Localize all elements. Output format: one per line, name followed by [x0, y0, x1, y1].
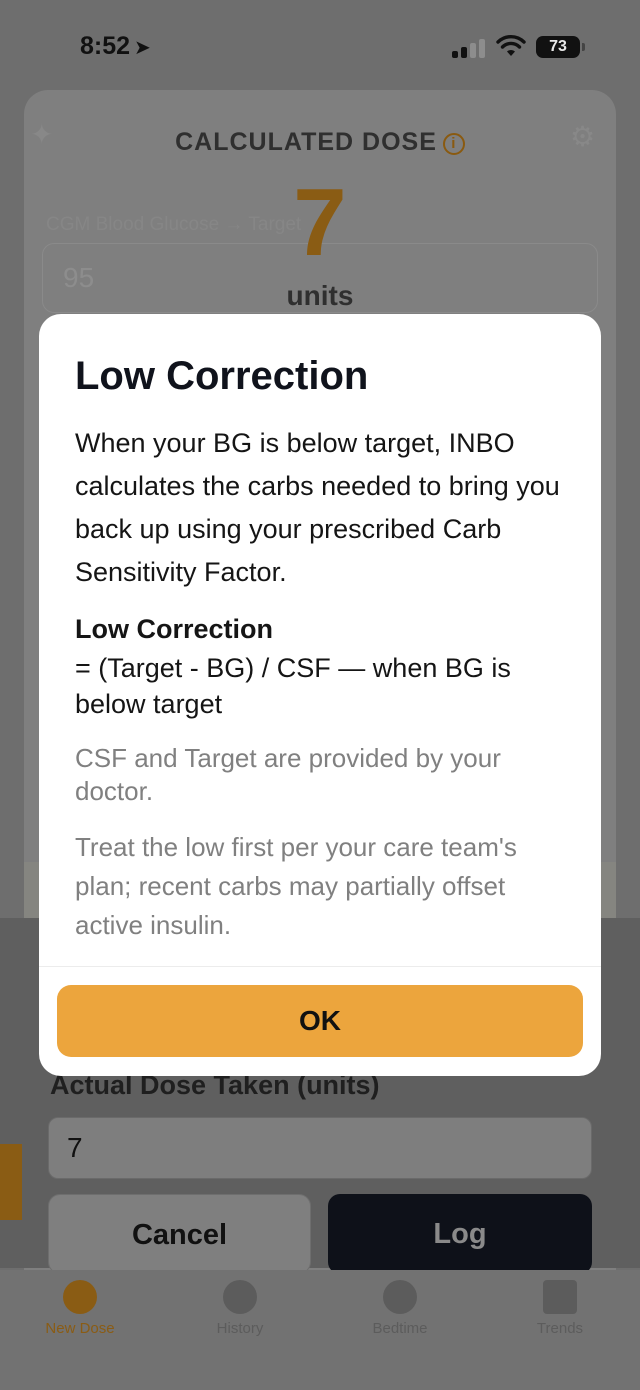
bar-chart-icon — [543, 1280, 577, 1314]
dialog-body: When your BG is below target, INBO calcu… — [75, 428, 560, 587]
tab-trends[interactable]: Trends — [500, 1280, 620, 1337]
calculated-dose-value: 7 — [293, 169, 347, 276]
low-correction-dialog: Low Correction When your BG is below tar… — [39, 314, 601, 1076]
status-bar: 8:52 ➤ 73 — [0, 0, 640, 90]
tab-bar: New Dose History Bedtime Trends — [0, 1270, 640, 1390]
calculated-dose-title: CALCULATED DOSE i — [0, 128, 640, 157]
wifi-icon — [496, 35, 526, 56]
calculated-dose-units: units — [286, 280, 354, 311]
moon-icon — [383, 1280, 417, 1314]
status-time: 8:52 ➤ — [80, 32, 151, 60]
tab-bedtime[interactable]: Bedtime — [340, 1280, 460, 1337]
dialog-note-treat-low: Treat the low first per your care team's… — [75, 832, 517, 940]
dialog-note-csf: CSF and Target are provided by your doct… — [75, 743, 501, 806]
dialog-title: Low Correction — [75, 354, 369, 398]
cellular-signal-icon — [452, 38, 486, 58]
ok-button[interactable]: OK — [57, 985, 583, 1057]
tab-history[interactable]: History — [180, 1280, 300, 1337]
cancel-button[interactable]: Cancel — [48, 1194, 311, 1274]
actual-dose-input[interactable]: 7 — [48, 1117, 592, 1179]
battery-indicator: 73 — [536, 36, 585, 58]
background-accent-strip — [0, 1144, 22, 1220]
dialog-divider — [39, 966, 601, 967]
formula-text: = (Target - BG) / CSF — when BG is below… — [75, 653, 511, 719]
info-icon[interactable]: i — [442, 133, 465, 155]
tab-new-dose[interactable]: New Dose — [20, 1280, 140, 1337]
log-button[interactable]: Log — [328, 1194, 592, 1274]
plus-circle-icon — [63, 1280, 97, 1314]
clock-icon — [223, 1280, 257, 1314]
location-arrow-icon: ➤ — [134, 37, 151, 59]
formula-heading: Low Correction — [75, 614, 274, 644]
